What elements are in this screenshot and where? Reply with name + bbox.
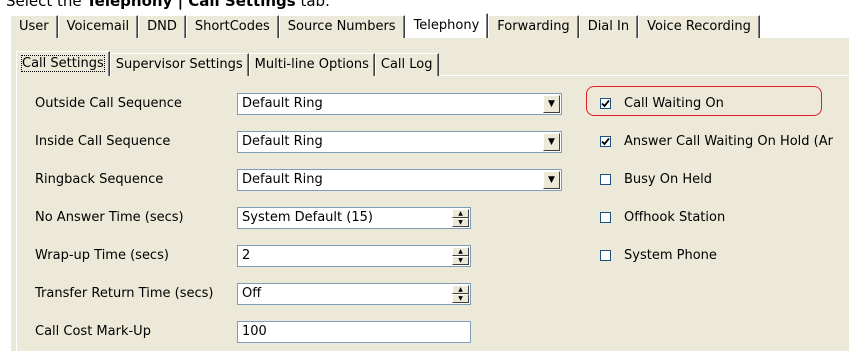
tab-source-numbers[interactable]: Source Numbers xyxy=(278,15,405,38)
spin-up-icon[interactable]: ▲ xyxy=(452,247,469,256)
instruction-text: Select the Telephony | Call Settings tab… xyxy=(6,0,330,10)
chevron-down-icon[interactable]: ▼ xyxy=(543,95,560,113)
checkbox-box[interactable] xyxy=(600,136,611,147)
answer-call-waiting-on-hold-label: Answer Call Waiting On Hold (Ar xyxy=(624,134,833,149)
tab-voicemail[interactable]: Voicemail xyxy=(57,15,139,38)
tab-dnd[interactable]: DND xyxy=(138,15,186,38)
call-waiting-on-checkbox[interactable]: Call Waiting On xyxy=(600,96,724,111)
inside-call-sequence-label: Inside Call Sequence xyxy=(35,134,171,149)
subtab-call-log[interactable]: Call Log xyxy=(374,53,439,76)
spin-down-icon[interactable]: ▼ xyxy=(452,218,469,227)
ringback-sequence-value: Default Ring xyxy=(242,172,323,187)
system-phone-label: System Phone xyxy=(624,248,717,263)
ringback-sequence-select[interactable]: Default Ring ▼ xyxy=(237,169,562,191)
wrap-up-time-spinner[interactable]: 2 ▲ ▼ xyxy=(237,245,471,267)
no-answer-time-label: No Answer Time (secs) xyxy=(35,210,184,225)
offhook-station-label: Offhook Station xyxy=(624,210,726,225)
transfer-return-time-spinner[interactable]: Off ▲ ▼ xyxy=(237,283,471,305)
checkmark-icon xyxy=(601,99,610,108)
outside-call-sequence-label: Outside Call Sequence xyxy=(35,96,182,111)
spin-up-icon[interactable]: ▲ xyxy=(452,285,469,294)
ringback-sequence-label: Ringback Sequence xyxy=(35,172,164,187)
answer-call-waiting-on-hold-checkbox[interactable]: Answer Call Waiting On Hold (Ar xyxy=(600,134,833,149)
system-phone-checkbox[interactable]: System Phone xyxy=(600,248,717,263)
tab-telephony[interactable]: Telephony xyxy=(404,13,489,38)
busy-on-held-label: Busy On Held xyxy=(624,172,712,187)
tab-shortcodes[interactable]: ShortCodes xyxy=(185,15,279,38)
transfer-return-time-value: Off xyxy=(242,286,262,301)
sub-tabbar: Call Settings Supervisor Settings Multi-… xyxy=(16,51,439,76)
checkbox-box[interactable] xyxy=(600,174,611,185)
no-answer-time-spinner[interactable]: System Default (15) ▲ ▼ xyxy=(237,207,471,229)
chevron-down-icon[interactable]: ▼ xyxy=(543,133,560,151)
inside-call-sequence-value: Default Ring xyxy=(242,134,323,149)
tab-dial-in[interactable]: Dial In xyxy=(578,15,639,38)
checkbox-box[interactable] xyxy=(600,212,611,223)
spin-up-icon[interactable]: ▲ xyxy=(452,209,469,218)
checkbox-box[interactable] xyxy=(600,98,611,109)
spin-down-icon[interactable]: ▼ xyxy=(452,256,469,265)
subtab-supervisor-settings[interactable]: Supervisor Settings xyxy=(109,53,249,76)
tab-voice-recording[interactable]: Voice Recording xyxy=(638,15,760,38)
call-cost-markup-value: 100 xyxy=(242,324,267,339)
spin-down-icon[interactable]: ▼ xyxy=(452,294,469,303)
no-answer-time-value: System Default (15) xyxy=(242,210,373,225)
call-cost-markup-label: Call Cost Mark-Up xyxy=(35,324,151,339)
outside-call-sequence-select[interactable]: Default Ring ▼ xyxy=(237,93,562,115)
tab-forwarding[interactable]: Forwarding xyxy=(488,15,579,38)
busy-on-held-checkbox[interactable]: Busy On Held xyxy=(600,172,712,187)
offhook-station-checkbox[interactable]: Offhook Station xyxy=(600,210,725,225)
outside-call-sequence-value: Default Ring xyxy=(242,96,323,111)
checkbox-box[interactable] xyxy=(600,250,611,261)
tab-user[interactable]: User xyxy=(10,15,58,38)
chevron-down-icon[interactable]: ▼ xyxy=(543,171,560,189)
inside-call-sequence-select[interactable]: Default Ring ▼ xyxy=(237,131,562,153)
transfer-return-time-label: Transfer Return Time (secs) xyxy=(35,286,214,301)
call-cost-markup-input[interactable]: 100 xyxy=(237,321,471,343)
call-waiting-on-label: Call Waiting On xyxy=(624,96,724,111)
subtab-multi-line-options[interactable]: Multi-line Options xyxy=(248,53,375,76)
main-tabbar: User Voicemail DND ShortCodes Source Num… xyxy=(10,13,760,38)
wrap-up-time-label: Wrap-up Time (secs) xyxy=(35,248,169,263)
subtab-call-settings[interactable]: Call Settings xyxy=(16,51,110,76)
checkmark-icon xyxy=(601,137,610,146)
wrap-up-time-value: 2 xyxy=(242,248,251,263)
